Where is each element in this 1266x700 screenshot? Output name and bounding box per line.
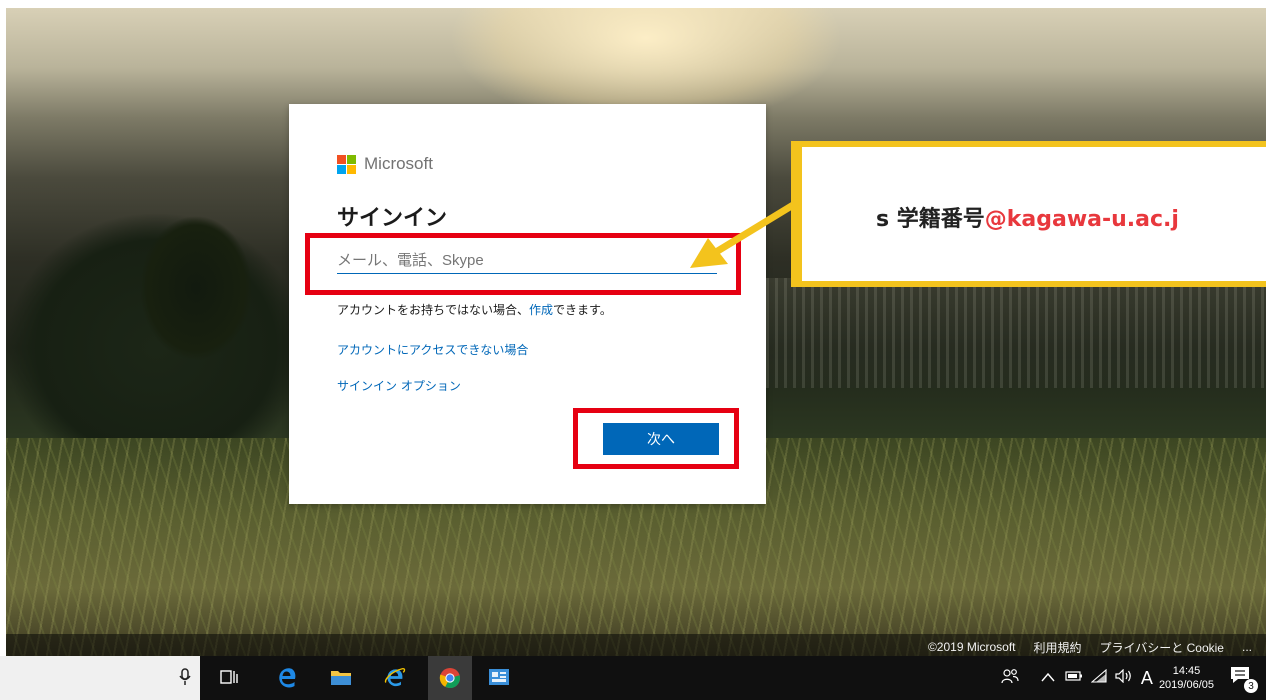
email-field-highlight bbox=[305, 233, 741, 295]
city-skyline bbox=[766, 278, 1266, 388]
next-button-highlight bbox=[573, 408, 739, 469]
action-center-icon[interactable]: 3 bbox=[1230, 666, 1258, 693]
cant-access-link[interactable]: アカウントにアクセスできない場合 bbox=[337, 341, 528, 358]
edge-icon[interactable] bbox=[276, 666, 298, 688]
task-view-icon[interactable] bbox=[218, 666, 240, 688]
no-account-suffix: できます。 bbox=[553, 303, 612, 317]
notification-count-badge: 3 bbox=[1244, 679, 1258, 693]
volume-icon[interactable] bbox=[1115, 668, 1133, 687]
annotation-domain: @kagawa-u.ac.j bbox=[984, 207, 1179, 232]
brand-name: Microsoft bbox=[364, 154, 433, 173]
taskbar-search-area[interactable] bbox=[0, 656, 200, 700]
more-options-link[interactable]: ... bbox=[1242, 640, 1252, 654]
copyright-text: ©2019 Microsoft bbox=[927, 640, 1016, 654]
no-account-text: アカウントをお持ちではない場合、作成できます。 bbox=[337, 301, 612, 318]
battery-icon[interactable] bbox=[1065, 670, 1083, 686]
create-account-link[interactable]: 作成 bbox=[529, 303, 553, 317]
privacy-link[interactable]: プライバシーと Cookie bbox=[1100, 639, 1224, 656]
app-icon[interactable] bbox=[488, 666, 510, 688]
system-tray: A 14:45 2019/06/05 3 bbox=[1001, 656, 1266, 700]
clock[interactable]: 14:45 2019/06/05 bbox=[1159, 664, 1214, 692]
annotation-text: s 学籍番号@kagawa-u.ac.j bbox=[876, 201, 1179, 233]
taskbar: A 14:45 2019/06/05 3 bbox=[0, 656, 1266, 700]
ime-indicator[interactable]: A bbox=[1141, 668, 1153, 689]
page-title: サインイン bbox=[337, 206, 448, 231]
clock-time: 14:45 bbox=[1172, 665, 1201, 677]
microsoft-logo: Microsoft bbox=[337, 154, 433, 174]
signin-options-link[interactable]: サインイン オプション bbox=[337, 377, 461, 394]
microphone-icon[interactable] bbox=[174, 666, 196, 688]
terms-link[interactable]: 利用規約 bbox=[1034, 639, 1082, 656]
mountain-peak bbox=[106, 198, 286, 368]
chevron-up-icon[interactable] bbox=[1041, 671, 1055, 686]
wifi-icon[interactable] bbox=[1090, 668, 1107, 687]
people-icon[interactable] bbox=[1001, 668, 1019, 688]
annotation-arrow bbox=[690, 198, 802, 268]
no-account-prefix: アカウントをお持ちではない場合、 bbox=[337, 303, 530, 317]
file-explorer-icon[interactable] bbox=[330, 666, 352, 688]
annotation-prefix: s 学籍番号 bbox=[876, 207, 985, 232]
chrome-icon[interactable] bbox=[428, 656, 472, 700]
clock-date: 2019/06/05 bbox=[1158, 679, 1214, 691]
microsoft-logo-icon bbox=[337, 154, 356, 174]
internet-explorer-icon[interactable] bbox=[384, 666, 406, 688]
footer-links: ©2019 Microsoft 利用規約 プライバシーと Cookie ... bbox=[928, 637, 1252, 657]
